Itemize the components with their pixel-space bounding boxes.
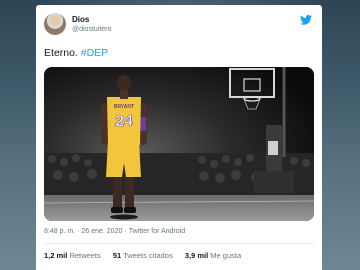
likes-label: Me gusta [210,251,242,260]
retweets-label: Retweets [69,251,101,260]
tweet-client[interactable]: Twitter for Android [129,228,185,235]
tweet-text: Eterno. #DEP [44,47,108,59]
tweet-date[interactable]: 26 ene. 2020 [81,228,122,235]
retweets-count: 1,2 mil [44,251,68,260]
avatar[interactable] [44,13,66,35]
tweet-metadata: 8:48 p. m. · 26 ene. 2020 · Twitter for Andr… [44,228,185,235]
tweet-image[interactable]: BRYANT 24 [44,67,314,221]
meta-separator-1: · [77,228,80,235]
tweet-time[interactable]: 8:48 p. m. [44,228,75,235]
likes-stat[interactable]: 3,9 mil Me gusta [185,251,241,260]
quotes-label: Tweets citados [123,251,173,260]
meta-separator-2: · [124,228,127,235]
quotes-stat[interactable]: 51 Tweets citados [113,251,173,260]
user-handle[interactable]: @diostuitero [72,26,111,33]
stats-divider [44,243,314,244]
twitter-bird-icon[interactable] [300,15,312,25]
quotes-count: 51 [112,251,122,260]
hashtag-link[interactable]: #DEP [81,47,108,59]
engagement-stats: 1,2 mil Retweets 51 Tweets citados 3,9 m… [44,251,251,260]
display-name[interactable]: Dios [72,15,89,24]
tweet-photo: BRYANT 24 [44,67,314,221]
tweet-text-body: Eterno. [44,47,81,59]
retweets-stat[interactable]: 1,2 mil Retweets [44,251,101,260]
tweet-card: Dios @diostuitero Eterno. #DEP BRYANT 24… [36,5,322,270]
jersey-name: BRYANT [114,104,134,110]
likes-count: 3,9 mil [184,251,209,260]
jersey-number: 24 [115,113,133,130]
